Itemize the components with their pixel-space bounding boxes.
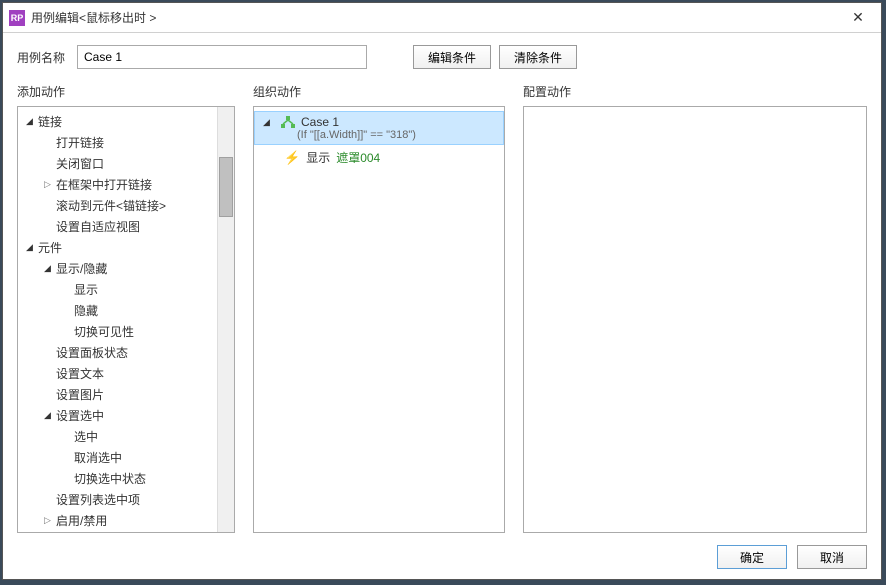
tree-item[interactable]: 设置面板状态 <box>18 342 217 363</box>
tree-item-label: 打开链接 <box>56 134 104 151</box>
tree-item-label: 设置选中 <box>56 407 104 424</box>
tree-item[interactable]: 设置文本 <box>18 363 217 384</box>
tree-item[interactable]: 设置图片 <box>18 384 217 405</box>
action-tree[interactable]: 链接打开链接关闭窗口在框架中打开链接滚动到元件<锚链接> 设置自适应视图元件显示/… <box>18 107 234 532</box>
tree-item-label: 设置图片 <box>56 386 104 403</box>
action-row[interactable]: ⚡ 显示 遮罩004 <box>254 145 504 170</box>
titlebar: RP 用例编辑<鼠标移出时 > ✕ <box>3 3 881 33</box>
edit-condition-button[interactable]: 编辑条件 <box>413 45 491 69</box>
action-target-link[interactable]: 遮罩004 <box>336 149 380 166</box>
tree-item-label: 切换选中状态 <box>74 470 146 487</box>
ok-button[interactable]: 确定 <box>717 545 787 569</box>
tree-item[interactable]: 移动 <box>18 531 217 532</box>
case-flow-icon <box>281 116 295 128</box>
close-button[interactable]: ✕ <box>835 3 881 33</box>
tree-item-label: 隐藏 <box>74 302 98 319</box>
bolt-icon: ⚡ <box>284 150 300 166</box>
tree-item-label: 显示/隐藏 <box>56 260 107 277</box>
content-area: 用例名称 编辑条件 清除条件 添加动作 链接打开链接关闭窗口在框架中打开链接滚动… <box>3 33 881 579</box>
organize-action-box: Case 1 (If "[[a.Width]]" == "318") ⚡ 显示 … <box>253 106 505 533</box>
tree-item-label: 设置面板状态 <box>56 344 128 361</box>
collapse-icon[interactable] <box>44 263 54 274</box>
action-prefix: 显示 <box>306 149 330 166</box>
window-title: 用例编辑<鼠标移出时 > <box>31 9 835 26</box>
case-name-text: Case 1 <box>301 115 339 129</box>
tree-item-label: 滚动到元件<锚链接> <box>56 197 166 214</box>
add-action-column: 添加动作 链接打开链接关闭窗口在框架中打开链接滚动到元件<锚链接> 设置自适应视图… <box>17 83 235 533</box>
tree-item-label: 选中 <box>74 428 98 445</box>
tree-item[interactable]: 切换选中状态 <box>18 468 217 489</box>
organize-action-column: 组织动作 Case 1 (If "[[a.Width]]" == "318 <box>253 83 505 533</box>
tree-item-label: 设置文本 <box>56 365 104 382</box>
tree-item[interactable]: 显示 <box>18 279 217 300</box>
case-name-label: 用例名称 <box>17 49 65 66</box>
scrollbar-thumb[interactable] <box>219 157 233 217</box>
tree-item[interactable]: 切换可见性 <box>18 321 217 342</box>
collapse-icon[interactable] <box>26 116 36 127</box>
configure-action-label: 配置动作 <box>523 83 867 100</box>
tree-item-label: 关闭窗口 <box>56 155 104 172</box>
tree-item-label: 在框架中打开链接 <box>56 176 152 193</box>
tree-item-label: 元件 <box>38 239 62 256</box>
tree-item-label: 取消选中 <box>74 449 122 466</box>
tree-item-label: 链接 <box>38 113 62 130</box>
tree-item[interactable]: 关闭窗口 <box>18 153 217 174</box>
expand-icon[interactable] <box>263 117 273 128</box>
clear-condition-button[interactable]: 清除条件 <box>499 45 577 69</box>
tree-item[interactable]: 链接 <box>18 111 217 132</box>
footer: 确定 取消 <box>17 541 867 569</box>
tree-item-label: 启用/禁用 <box>56 512 107 529</box>
dialog-window: RP 用例编辑<鼠标移出时 > ✕ 用例名称 编辑条件 清除条件 添加动作 链接… <box>2 2 882 580</box>
tree-item-label: 设置自适应视图 <box>56 218 140 235</box>
collapse-icon[interactable] <box>44 410 54 421</box>
name-row: 用例名称 编辑条件 清除条件 <box>17 45 867 69</box>
scrollbar[interactable] <box>217 107 234 532</box>
tree-item[interactable]: 设置列表选中项 <box>18 489 217 510</box>
app-icon: RP <box>9 10 25 26</box>
tree-item[interactable]: 启用/禁用 <box>18 510 217 531</box>
tree-item[interactable]: 设置自适应视图 <box>18 216 217 237</box>
tree-item[interactable]: 取消选中 <box>18 447 217 468</box>
tree-item[interactable]: 选中 <box>18 426 217 447</box>
add-action-box: 链接打开链接关闭窗口在框架中打开链接滚动到元件<锚链接> 设置自适应视图元件显示/… <box>17 106 235 533</box>
tree-item[interactable]: 滚动到元件<锚链接> <box>18 195 217 216</box>
case-row[interactable]: Case 1 (If "[[a.Width]]" == "318") <box>254 111 504 145</box>
configure-action-column: 配置动作 <box>523 83 867 533</box>
tree-item-label: 显示 <box>74 281 98 298</box>
tree-item[interactable]: 打开链接 <box>18 132 217 153</box>
columns: 添加动作 链接打开链接关闭窗口在框架中打开链接滚动到元件<锚链接> 设置自适应视图… <box>17 83 867 533</box>
tree-item-label: 切换可见性 <box>74 323 134 340</box>
cancel-button[interactable]: 取消 <box>797 545 867 569</box>
case-name-input[interactable] <box>77 45 367 69</box>
tree-item[interactable]: 设置选中 <box>18 405 217 426</box>
tree-item-label: 设置列表选中项 <box>56 491 140 508</box>
collapse-icon[interactable] <box>26 242 36 253</box>
configure-action-box <box>523 106 867 533</box>
tree-item[interactable]: 显示/隐藏 <box>18 258 217 279</box>
expand-icon[interactable] <box>44 515 54 526</box>
tree-item[interactable]: 在框架中打开链接 <box>18 174 217 195</box>
add-action-label: 添加动作 <box>17 83 235 100</box>
organize-action-label: 组织动作 <box>253 83 505 100</box>
tree-item[interactable]: 隐藏 <box>18 300 217 321</box>
case-condition-text: (If "[[a.Width]]" == "318") <box>297 129 497 141</box>
expand-icon[interactable] <box>44 179 54 190</box>
tree-item[interactable]: 元件 <box>18 237 217 258</box>
